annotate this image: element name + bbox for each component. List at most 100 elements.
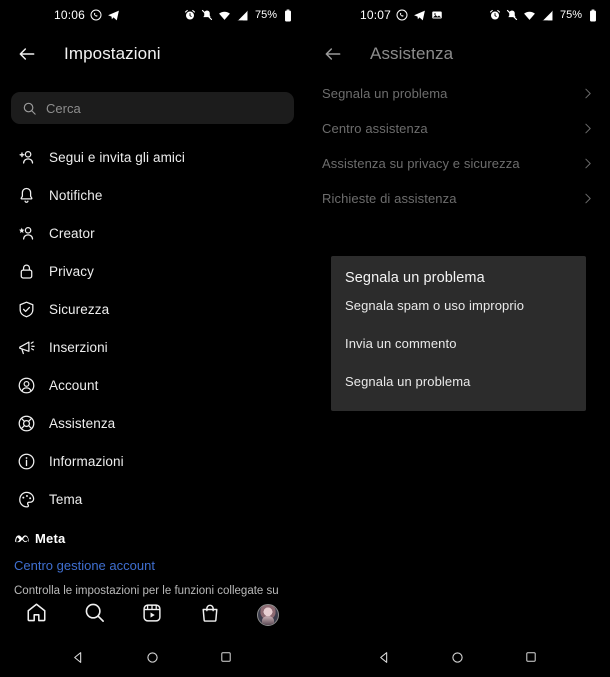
assistenza-list: Segnala un problema Centro assistenza As… <box>306 76 610 216</box>
app-bar: Assistenza <box>306 32 610 76</box>
sidebar-item-label: Informazioni <box>49 453 124 469</box>
reels-icon <box>141 602 163 629</box>
avatar <box>257 604 280 626</box>
app-bar: Impostazioni <box>0 32 305 76</box>
sidebar-item-notifiche[interactable]: Notifiche <box>0 176 305 214</box>
sidebar-item-sicurezza[interactable]: Sicurezza <box>0 290 305 328</box>
status-time: 10:07 <box>360 8 392 22</box>
tab-search[interactable] <box>78 598 112 632</box>
sidebar-item-label: Assistenza <box>49 415 116 431</box>
wifi-icon <box>523 9 536 22</box>
sidebar-item-informazioni[interactable]: Informazioni <box>0 442 305 480</box>
alarm-icon <box>184 9 196 21</box>
sidebar-item-inserzioni[interactable]: Inserzioni <box>0 328 305 366</box>
dual-screenshot: 10:06 75% Impostazioni Cerca Segui e inv… <box>0 0 610 677</box>
account-center-link[interactable]: Centro gestione account <box>14 558 295 573</box>
alarm-icon <box>489 9 501 21</box>
assistenza-screen: 10:07 75% Assistenza Segnala un problema… <box>305 0 610 677</box>
chevron-right-icon <box>581 122 594 135</box>
home-circle-icon[interactable] <box>445 644 471 670</box>
photo-icon <box>431 9 443 21</box>
android-nav-bar <box>0 637 305 677</box>
dialog-option-report[interactable]: Segnala un problema <box>331 362 586 400</box>
lock-icon <box>16 261 36 281</box>
chevron-right-icon <box>581 192 594 205</box>
sidebar-item-assistenza[interactable]: Assistenza <box>0 404 305 442</box>
meta-brand: Meta <box>14 531 295 546</box>
meta-footer: Meta Centro gestione account Controlla l… <box>14 531 295 598</box>
sidebar-item-segui-e-invita[interactable]: Segui e invita gli amici <box>0 138 305 176</box>
back-triangle-icon[interactable] <box>66 644 92 670</box>
recents-square-icon[interactable] <box>213 644 239 670</box>
battery-icon <box>283 9 293 22</box>
sidebar-item-privacy[interactable]: Privacy <box>0 252 305 290</box>
star-person-icon <box>16 223 36 243</box>
status-time: 10:06 <box>54 8 86 22</box>
tab-profile[interactable] <box>251 598 285 632</box>
whatsapp-icon <box>90 9 102 21</box>
back-arrow-icon[interactable] <box>320 41 346 67</box>
sidebar-item-creator[interactable]: Creator <box>0 214 305 252</box>
sidebar-item-label: Creator <box>49 225 95 241</box>
mute-icon <box>201 9 213 21</box>
home-circle-icon[interactable] <box>139 644 165 670</box>
list-item-centro-assistenza[interactable]: Centro assistenza <box>306 111 610 146</box>
status-bar: 10:07 75% <box>306 0 610 30</box>
search-icon <box>83 601 106 629</box>
list-item-label: Assistenza su privacy e sicurezza <box>322 156 520 171</box>
battery-percent: 75% <box>254 9 277 21</box>
battery-icon <box>588 9 598 22</box>
whatsapp-icon <box>396 9 408 21</box>
battery-percent: 75% <box>559 9 582 21</box>
chevron-right-icon <box>581 87 594 100</box>
wifi-icon <box>218 9 231 22</box>
dialog-option-spam[interactable]: Segnala spam o uso improprio <box>331 286 586 324</box>
search-placeholder: Cerca <box>46 100 81 116</box>
page-title: Impostazioni <box>64 44 161 63</box>
meta-logo-icon <box>14 533 30 544</box>
back-triangle-icon[interactable] <box>372 644 398 670</box>
status-bar: 10:06 75% <box>0 0 305 30</box>
home-icon <box>25 601 48 629</box>
sidebar-item-label: Tema <box>49 491 83 507</box>
list-item-segnala-problema[interactable]: Segnala un problema <box>306 76 610 111</box>
mute-icon <box>506 9 518 21</box>
sidebar-item-tema[interactable]: Tema <box>0 480 305 518</box>
sidebar-item-label: Sicurezza <box>49 301 110 317</box>
list-item-privacy-sicurezza[interactable]: Assistenza su privacy e sicurezza <box>306 146 610 181</box>
meta-brand-label: Meta <box>35 531 66 546</box>
back-arrow-icon[interactable] <box>14 41 40 67</box>
tab-shop[interactable] <box>193 598 227 632</box>
list-item-label: Centro assistenza <box>322 121 428 136</box>
palette-icon <box>16 489 36 509</box>
info-icon <box>16 451 36 471</box>
sidebar-item-label: Segui e invita gli amici <box>49 149 185 165</box>
sidebar-item-account[interactable]: Account <box>0 366 305 404</box>
instagram-tab-bar <box>0 594 305 636</box>
dialog-option-feedback[interactable]: Invia un commento <box>331 324 586 362</box>
megaphone-icon <box>16 337 36 357</box>
bell-icon <box>16 185 36 205</box>
signal-icon <box>236 9 249 22</box>
settings-list: Segui e invita gli amici Notifiche Creat… <box>0 138 305 518</box>
list-item-richieste-assistenza[interactable]: Richieste di assistenza <box>306 181 610 216</box>
sidebar-item-label: Privacy <box>49 263 94 279</box>
dialog-title: Segnala un problema <box>345 270 485 286</box>
chevron-right-icon <box>581 157 594 170</box>
report-problem-dialog: Segnala un problema Segnala spam o uso i… <box>331 256 586 411</box>
tab-home[interactable] <box>20 598 54 632</box>
page-title: Assistenza <box>370 44 454 63</box>
settings-screen: 10:06 75% Impostazioni Cerca Segui e inv… <box>0 0 305 677</box>
shield-check-icon <box>16 299 36 319</box>
telegram-icon <box>413 9 426 22</box>
search-input[interactable]: Cerca <box>11 92 294 124</box>
sidebar-item-label: Notifiche <box>49 187 103 203</box>
signal-icon <box>541 9 554 22</box>
list-item-label: Segnala un problema <box>322 86 448 101</box>
android-nav-bar <box>306 637 610 677</box>
account-circle-icon <box>16 375 36 395</box>
sidebar-item-label: Account <box>49 377 99 393</box>
recents-square-icon[interactable] <box>518 644 544 670</box>
tab-reels[interactable] <box>135 598 169 632</box>
add-person-icon <box>16 147 36 167</box>
